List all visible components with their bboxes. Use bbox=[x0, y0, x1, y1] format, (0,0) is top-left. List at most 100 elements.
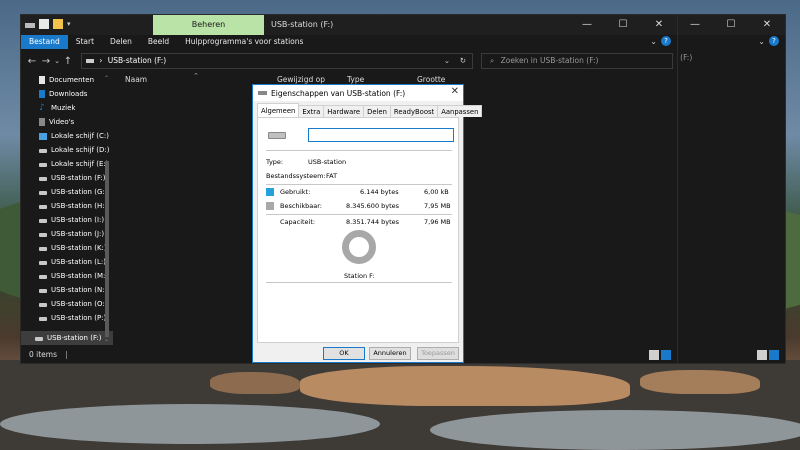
new-folder-icon[interactable] bbox=[53, 19, 63, 29]
sidebar-item-selected[interactable]: USB-station (F:) bbox=[21, 331, 113, 345]
back-minimize-button[interactable]: — bbox=[677, 15, 713, 35]
back-arrow-icon[interactable]: ← bbox=[25, 56, 39, 67]
expand-ribbon-chevron-icon[interactable]: ⌄ bbox=[650, 37, 657, 46]
sidebar-item-documents[interactable]: Documenten bbox=[21, 73, 113, 87]
sidebar-item-usb-f[interactable]: USB-station (F:) bbox=[21, 171, 113, 185]
back-tiles-view-icon[interactable] bbox=[769, 350, 779, 360]
sidebar-item-usb-m[interactable]: USB-station (M:) bbox=[21, 269, 113, 283]
address-text[interactable]: USB-station (F:) bbox=[108, 56, 166, 65]
sidebar-item-usb-n[interactable]: USB-station (N:) bbox=[21, 283, 113, 297]
properties-icon[interactable] bbox=[39, 19, 49, 29]
scrollbar-thumb[interactable] bbox=[105, 161, 109, 337]
sidebar-item-usb-j[interactable]: USB-station (J:) bbox=[21, 227, 113, 241]
sidebar-item-usb-g[interactable]: USB-station (G:) bbox=[21, 185, 113, 199]
apply-button[interactable]: Toepassen bbox=[417, 347, 459, 360]
refresh-icon[interactable]: ↻ bbox=[460, 54, 466, 68]
address-separator-icon[interactable]: › bbox=[99, 56, 102, 65]
back-maximize-button[interactable]: ☐ bbox=[713, 15, 749, 35]
capacity-size: 7,96 MB bbox=[424, 218, 451, 226]
capacity-label: Capaciteit: bbox=[280, 218, 316, 226]
ribbon-tabs: Bestand Start Delen Beeld Hulpprogramma'… bbox=[21, 35, 677, 49]
quick-access-toolbar: ▾ bbox=[25, 19, 73, 29]
usb-drive-icon bbox=[39, 219, 47, 223]
sidebar-item-label: Muziek bbox=[51, 104, 76, 112]
music-icon: ♪ bbox=[39, 102, 45, 113]
ok-button[interactable]: OK bbox=[323, 347, 365, 360]
tab-home[interactable]: Start bbox=[68, 35, 102, 49]
sidebar-item-label: USB-station (I:) bbox=[51, 216, 105, 224]
tiles-view-icon[interactable] bbox=[661, 350, 671, 360]
sidebar-item-usb-l[interactable]: USB-station (L:) bbox=[21, 255, 113, 269]
sidebar-item-label: Documenten bbox=[49, 76, 95, 84]
sidebar-item-usb-h[interactable]: USB-station (H:) bbox=[21, 199, 113, 213]
sidebar-item-usb-o[interactable]: USB-station (O:) bbox=[21, 297, 113, 311]
caption-buttons: — ☐ ✕ bbox=[569, 15, 677, 35]
sidebar-item-videos[interactable]: Video's bbox=[21, 115, 113, 129]
chevron-down-icon[interactable]: ▾ bbox=[67, 19, 73, 29]
sidebar-scrollbar[interactable]: ⌃ ⌄ bbox=[103, 73, 111, 345]
dialog-tabs: Algemeen Extra Hardware Delen ReadyBoost… bbox=[257, 103, 483, 117]
dialog-close-icon[interactable]: ✕ bbox=[451, 86, 459, 97]
drive-name-input[interactable] bbox=[308, 128, 454, 142]
tab-drive-tools[interactable]: Hulpprogramma's voor stations bbox=[177, 35, 311, 49]
search-box[interactable]: ⌕ Zoeken in USB-station (F:) bbox=[481, 53, 673, 69]
back-chevron-down-icon[interactable]: ⌄ bbox=[758, 37, 765, 46]
details-view-icon[interactable] bbox=[649, 350, 659, 360]
title-bar[interactable]: ▾ Beheren USB-station (F:) — ☐ ✕ bbox=[21, 15, 677, 35]
usb-drive-icon bbox=[39, 303, 47, 307]
used-size: 6,00 kB bbox=[424, 188, 449, 196]
back-help-icon[interactable]: ? bbox=[769, 36, 779, 46]
navigation-pane: Documenten Downloads ♪ Muziek Video's Lok… bbox=[21, 73, 113, 345]
sidebar-item-drive-c[interactable]: Lokale schijf (C:) bbox=[21, 129, 113, 143]
sidebar-item-music[interactable]: ♪ Muziek bbox=[21, 101, 113, 115]
recent-locations-chevron-icon[interactable]: ⌄ bbox=[53, 57, 61, 65]
back-details-view-icon[interactable] bbox=[757, 350, 767, 360]
ribbon-controls: ⌄ ? bbox=[650, 36, 671, 46]
drive-label: Station F: bbox=[344, 272, 375, 280]
sidebar-item-usb-k[interactable]: USB-station (K:) bbox=[21, 241, 113, 255]
help-icon[interactable]: ? bbox=[661, 36, 671, 46]
sidebar-item-label: USB-station (K:) bbox=[51, 244, 107, 252]
sidebar-item-label: USB-station (P:) bbox=[51, 314, 107, 322]
tab-view[interactable]: Beeld bbox=[140, 35, 177, 49]
properties-dialog[interactable]: Eigenschappen van USB-station (F:) ✕ Alg… bbox=[252, 84, 483, 363]
tab-file[interactable]: Bestand bbox=[21, 35, 68, 49]
close-button[interactable]: ✕ bbox=[641, 15, 677, 35]
sidebar-item-drive-d[interactable]: Lokale schijf (D:) bbox=[21, 143, 113, 157]
tab-tools[interactable]: Extra bbox=[298, 105, 325, 117]
minimize-button[interactable]: — bbox=[569, 15, 605, 35]
forward-arrow-icon[interactable]: → bbox=[39, 56, 53, 67]
cancel-button[interactable]: Annuleren bbox=[369, 347, 411, 360]
back-close-button[interactable]: ✕ bbox=[749, 15, 785, 35]
tab-sharing[interactable]: Delen bbox=[363, 105, 391, 117]
separator bbox=[266, 214, 452, 215]
context-tab-manage[interactable]: Beheren bbox=[153, 15, 264, 35]
sidebar-item-label: USB-station (F:) bbox=[47, 334, 102, 342]
tab-share[interactable]: Delen bbox=[102, 35, 140, 49]
tab-hardware[interactable]: Hardware bbox=[323, 105, 365, 117]
up-arrow-icon[interactable]: ↑ bbox=[61, 56, 75, 67]
sidebar-item-usb-p[interactable]: USB-station (P:) bbox=[21, 311, 113, 325]
separator bbox=[266, 150, 452, 151]
disk-usage-donut bbox=[342, 230, 376, 264]
scroll-up-icon[interactable]: ⌃ bbox=[104, 75, 109, 82]
address-dropdown-icon[interactable]: ⌄ bbox=[444, 54, 450, 68]
tab-customize[interactable]: Aanpassen bbox=[437, 105, 483, 117]
tab-readyboost[interactable]: ReadyBoost bbox=[389, 105, 439, 117]
dialog-drive-icon bbox=[258, 91, 267, 95]
column-header-name[interactable]: Naam bbox=[125, 73, 147, 87]
sidebar-item-downloads[interactable]: Downloads bbox=[21, 87, 113, 101]
sidebar-item-label: USB-station (G:) bbox=[51, 188, 108, 196]
scroll-down-icon[interactable]: ⌄ bbox=[104, 336, 109, 343]
sidebar-item-usb-i[interactable]: USB-station (I:) bbox=[21, 213, 113, 227]
sidebar-item-label: USB-station (M:) bbox=[51, 272, 109, 280]
capacity-bytes: 8.351.744 bytes bbox=[346, 218, 400, 226]
tab-general[interactable]: Algemeen bbox=[257, 103, 300, 117]
dialog-title-bar[interactable]: Eigenschappen van USB-station (F:) ✕ bbox=[253, 85, 463, 101]
maximize-button[interactable]: ☐ bbox=[605, 15, 641, 35]
usb-drive-icon bbox=[39, 275, 47, 279]
address-drive-icon bbox=[86, 59, 94, 63]
address-bar[interactable]: › USB-station (F:) ⌄ ↻ bbox=[81, 53, 473, 69]
sidebar-item-drive-e[interactable]: Lokale schijf (E:) bbox=[21, 157, 113, 171]
usb-drive-icon bbox=[39, 191, 47, 195]
